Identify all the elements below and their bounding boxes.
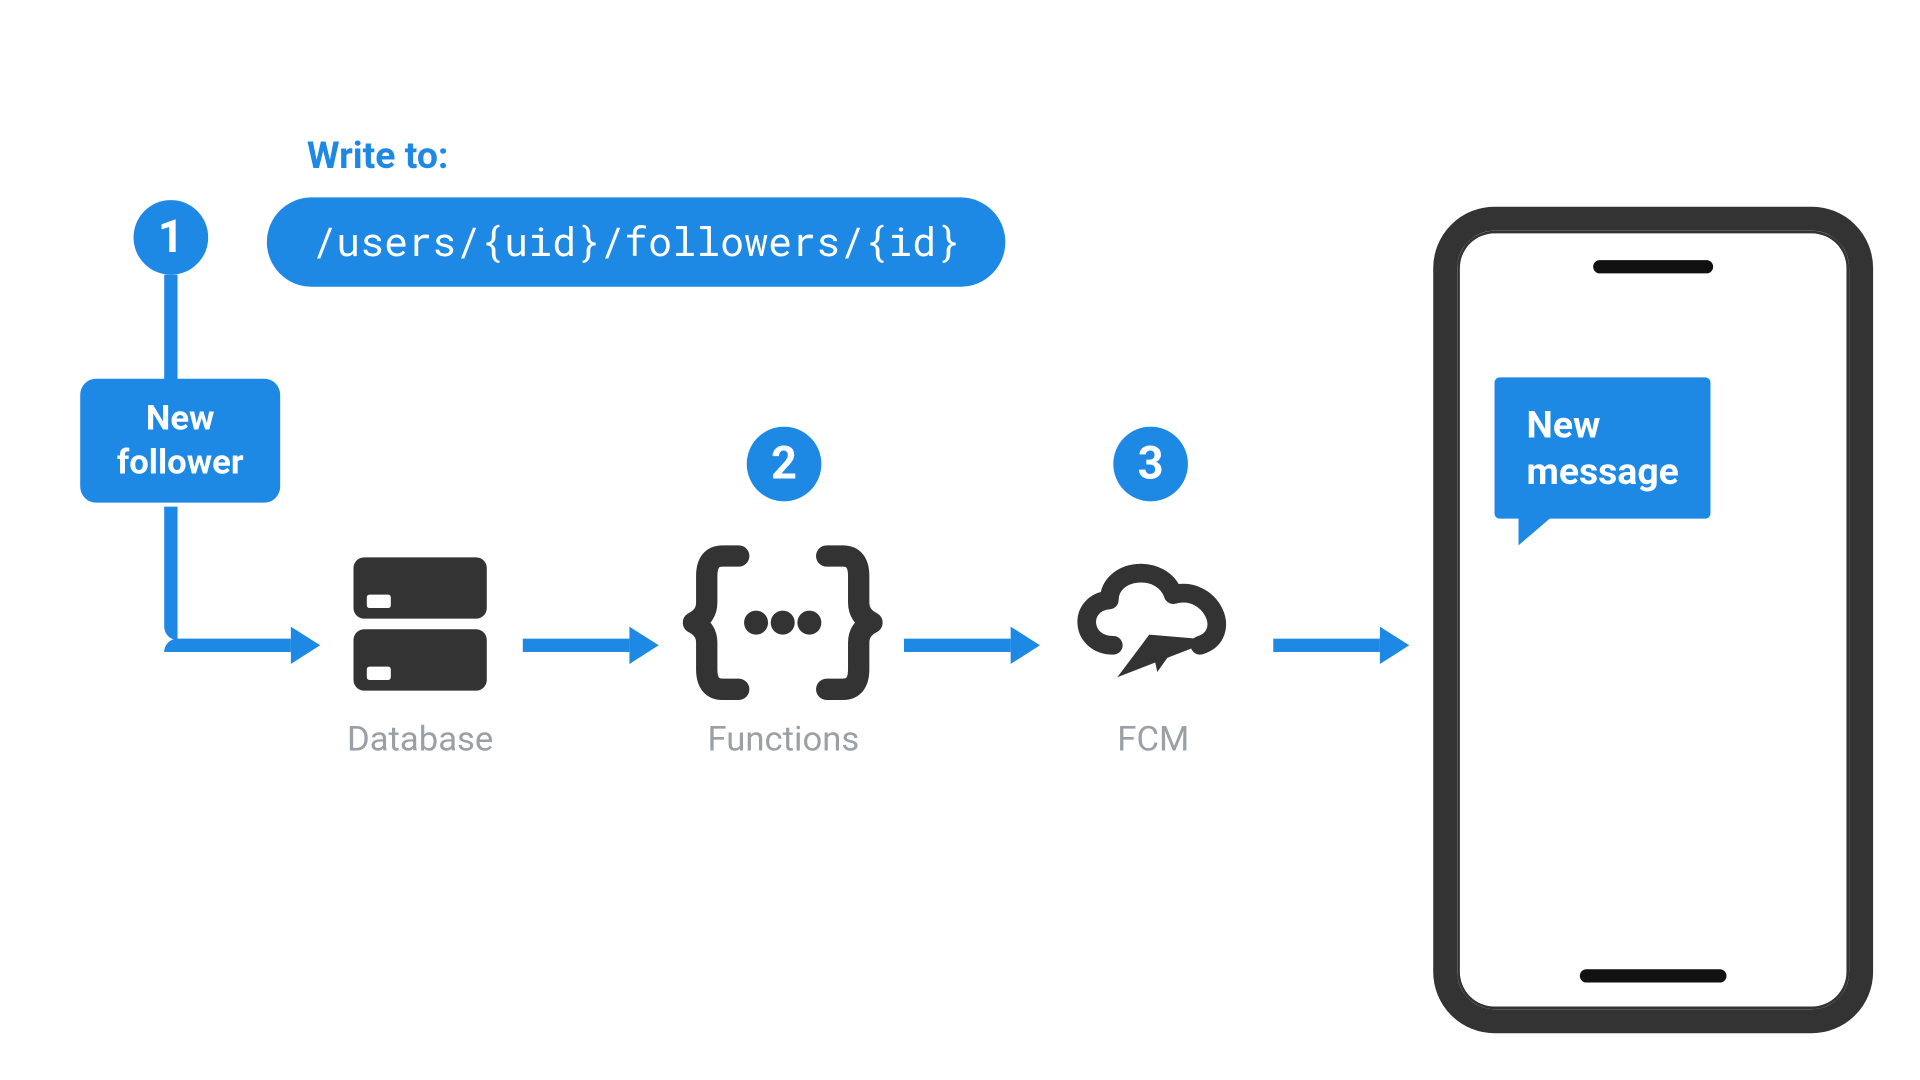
arrow-fcm-to-phone <box>1273 627 1409 664</box>
phone-device: New message <box>1433 207 1873 1033</box>
arrow-to-database <box>164 627 320 664</box>
database-label: Database <box>340 720 500 760</box>
step-badge-3: 3 <box>1113 427 1188 502</box>
functions-label: Functions <box>680 720 887 760</box>
bubble-line1: New <box>1527 403 1601 447</box>
fcm-icon <box>1053 539 1253 718</box>
database-icon <box>340 544 500 709</box>
step-badge-2: 2 <box>747 427 822 502</box>
write-to-label: Write to: <box>307 133 449 177</box>
arrow-db-to-functions <box>523 627 659 664</box>
connector-badge1-to-box <box>164 275 177 382</box>
path-pill: /users/{uid}/followers/{id} <box>267 197 1006 286</box>
step-badge-1: 1 <box>134 200 209 275</box>
arrow-functions-to-fcm <box>904 627 1040 664</box>
phone-home-bar <box>1580 969 1727 982</box>
functions-icon <box>683 536 883 715</box>
phone-speaker <box>1593 260 1713 273</box>
bubble-line2: message <box>1527 449 1679 493</box>
new-follower-line2: follower <box>117 442 244 482</box>
diagram-stage: Write to: /users/{uid}/followers/{id} 1 … <box>0 0 1920 1080</box>
connector-box-down <box>164 507 177 640</box>
message-bubble: New message <box>1495 377 1711 518</box>
new-follower-line1: New <box>146 399 215 439</box>
fcm-label: FCM <box>1067 720 1240 760</box>
new-follower-box: New follower <box>80 379 280 503</box>
